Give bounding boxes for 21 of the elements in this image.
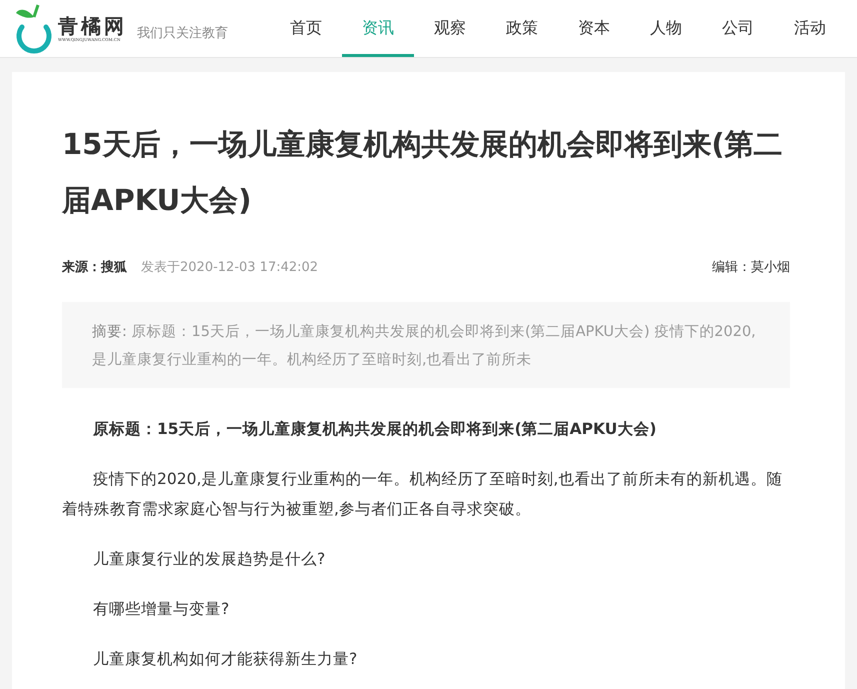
nav-link[interactable]: 政策	[486, 0, 558, 57]
nav-link[interactable]: 人物	[630, 0, 702, 57]
source-label: 来源：	[62, 259, 101, 276]
editor: 编辑：莫小烟	[712, 259, 790, 276]
article-title: 15天后，一场儿童康复机构共发展的机会即将到来(第二届APKU大会)	[62, 126, 784, 219]
paragraph: 疫情下的2020,是儿童康复行业重构的一年。机构经历了至暗时刻,也看出了前所未有的新机遇。随着特殊教育需求家庭心智与行为被重塑,参与者们正各自寻求突破。	[62, 469, 784, 520]
paragraph: 有哪些增量与变量?	[92, 599, 230, 620]
logo-icon	[14, 2, 54, 54]
nav-link[interactable]: 首页	[270, 0, 342, 57]
source-name: 搜狐	[101, 259, 127, 276]
logo-text: 青橘网	[58, 15, 127, 37]
summary-text: 摘要: 原标题：15天后，一场儿童康复机构共发展的机会即将到来(第二届APKU大会) 疫情下的2020,是儿童康复行业重构的一年。机构经历了至暗时刻,也看出了前所未	[92, 322, 757, 370]
paragraph: 原标题：15天后，一场儿童康复机构共发展的机会即将到来(第二届APKU大会)	[92, 419, 658, 440]
nav-link[interactable]: 观察	[414, 0, 486, 57]
nav-link[interactable]: 活动	[774, 0, 846, 57]
nav-link[interactable]: 公司	[702, 0, 774, 57]
nav-link[interactable]: 资本	[558, 0, 630, 57]
publish-time: 发表于2020-12-03 17:42:02	[141, 259, 318, 276]
paragraph: 儿童康复行业的发展趋势是什么?	[92, 549, 326, 570]
paragraph: 儿童康复机构如何才能获得新生力量?	[92, 649, 358, 670]
slogan: 我们只关注教育	[137, 24, 228, 42]
